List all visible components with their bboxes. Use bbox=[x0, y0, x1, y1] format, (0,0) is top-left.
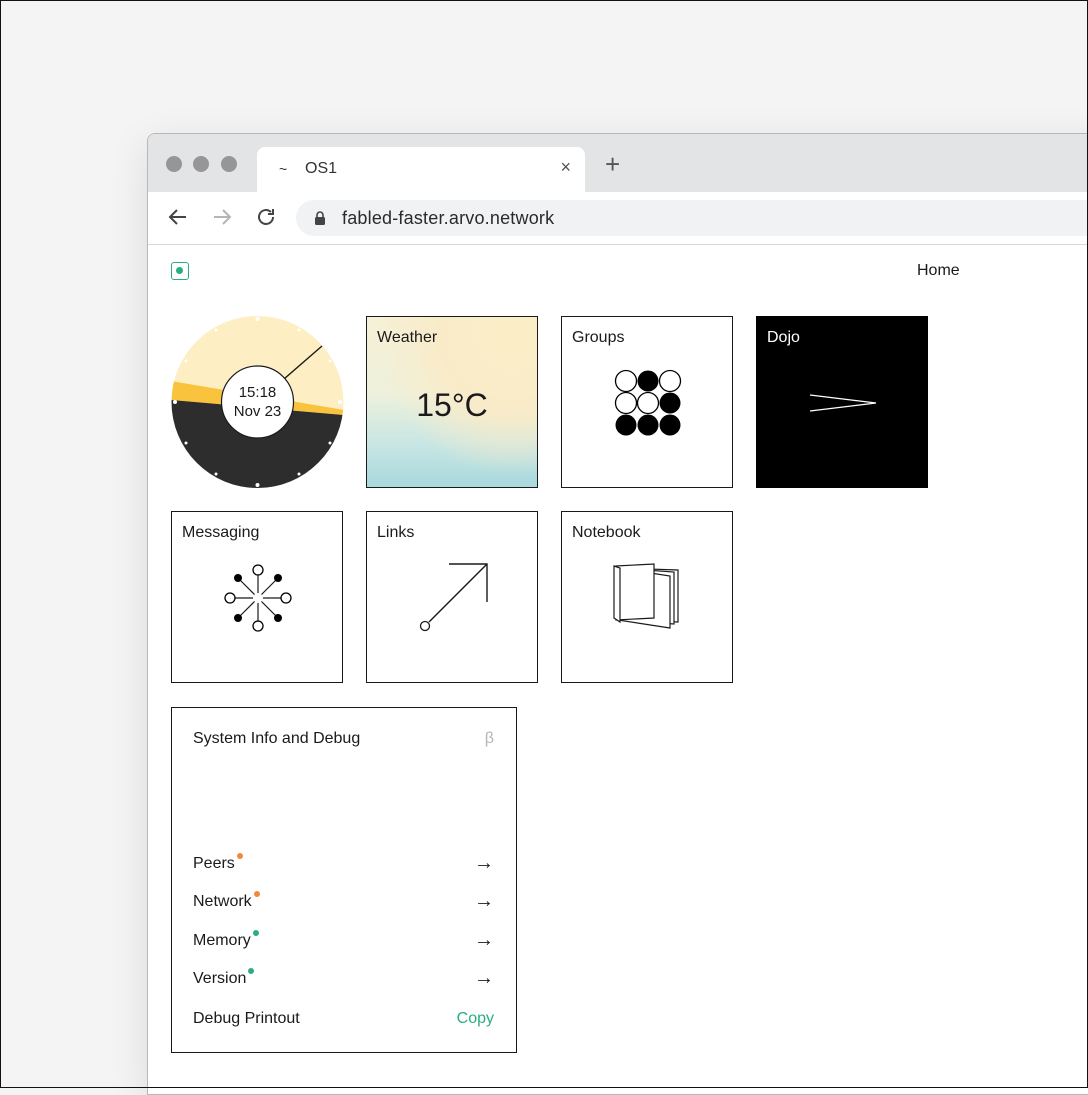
terminal-prompt-icon bbox=[809, 394, 877, 412]
peers-row[interactable]: Peers → bbox=[193, 852, 494, 879]
messaging-network-icon bbox=[224, 564, 292, 632]
page-content: Home 15:18 Nov 23 Weather 15°C Groups Do… bbox=[148, 245, 1088, 1094]
weather-temperature: 15°C bbox=[416, 387, 488, 423]
tile-label: Weather bbox=[377, 329, 438, 346]
network-status-dot bbox=[253, 891, 260, 897]
tile-label: Notebook bbox=[572, 524, 641, 541]
tab-title: OS1 bbox=[305, 160, 338, 177]
go-board-icon bbox=[614, 369, 682, 436]
debug-printout-label: Debug Printout bbox=[193, 1010, 300, 1027]
arrow-right-icon[interactable]: → bbox=[474, 852, 494, 875]
tile-groups[interactable]: Groups bbox=[561, 316, 733, 488]
forward-arrow-icon[interactable] bbox=[210, 205, 234, 229]
tile-links[interactable]: Links bbox=[366, 511, 538, 683]
clock-date: Nov 23 bbox=[234, 403, 282, 420]
beta-badge: β bbox=[484, 730, 494, 747]
link-arrow-icon bbox=[419, 563, 488, 632]
back-arrow-icon[interactable] bbox=[166, 205, 190, 229]
arrow-right-icon[interactable]: → bbox=[474, 890, 494, 913]
tile-dojo[interactable]: Dojo bbox=[756, 316, 928, 488]
peers-status-dot bbox=[236, 853, 243, 859]
tile-label: Links bbox=[377, 524, 415, 541]
arrow-right-icon[interactable]: → bbox=[474, 929, 494, 952]
title-bar: ~ OS1 × + bbox=[148, 134, 1088, 193]
new-tab-icon[interactable]: + bbox=[605, 151, 620, 177]
home-link[interactable]: Home bbox=[917, 262, 960, 280]
url-text: fabled-faster.arvo.network bbox=[342, 208, 555, 228]
reload-icon[interactable] bbox=[254, 205, 278, 229]
notebook-icon bbox=[613, 563, 679, 629]
tile-label: Groups bbox=[572, 329, 625, 346]
network-row[interactable]: Network → bbox=[193, 890, 494, 917]
tile-label: Dojo bbox=[767, 329, 800, 346]
system-info-card: System Info and Debug β Peers → Network … bbox=[171, 707, 517, 1053]
tile-notebook[interactable]: Notebook bbox=[561, 511, 733, 683]
maximize-window-button[interactable] bbox=[221, 156, 237, 172]
close-tab-icon[interactable]: × bbox=[560, 157, 571, 178]
tab-os1[interactable]: ~ OS1 × bbox=[257, 147, 585, 193]
tile-label: Messaging bbox=[182, 524, 260, 541]
minimize-window-button[interactable] bbox=[193, 156, 209, 172]
version-status-dot bbox=[248, 968, 255, 974]
version-label: Version bbox=[193, 968, 255, 988]
os-logo-icon[interactable] bbox=[171, 262, 189, 280]
tile-weather[interactable]: Weather 15°C bbox=[366, 316, 538, 488]
tab-favicon: ~ bbox=[279, 161, 288, 177]
tile-messaging[interactable]: Messaging bbox=[171, 511, 343, 683]
close-window-button[interactable] bbox=[166, 156, 182, 172]
copy-button[interactable]: Copy bbox=[457, 1010, 494, 1028]
lock-icon bbox=[315, 211, 325, 225]
clock-widget[interactable]: 15:18 Nov 23 bbox=[171, 315, 344, 489]
arrow-right-icon[interactable]: → bbox=[474, 967, 494, 990]
peers-label: Peers bbox=[193, 853, 243, 873]
address-bar[interactable]: fabled-faster.arvo.network bbox=[296, 200, 1088, 236]
network-label: Network bbox=[193, 891, 260, 911]
clock-time: 15:18 bbox=[239, 384, 277, 401]
system-info-title: System Info and Debug bbox=[193, 730, 361, 747]
toolbar: fabled-faster.arvo.network bbox=[148, 192, 1088, 245]
memory-status-dot bbox=[252, 930, 259, 936]
memory-row[interactable]: Memory → bbox=[193, 929, 494, 956]
browser-window: ~ OS1 × + fabled-faster.arvo.network Hom… bbox=[147, 133, 1088, 1095]
version-row[interactable]: Version → bbox=[193, 967, 494, 994]
debug-printout-row: Debug Printout Copy bbox=[193, 1010, 494, 1034]
memory-label: Memory bbox=[193, 930, 259, 950]
